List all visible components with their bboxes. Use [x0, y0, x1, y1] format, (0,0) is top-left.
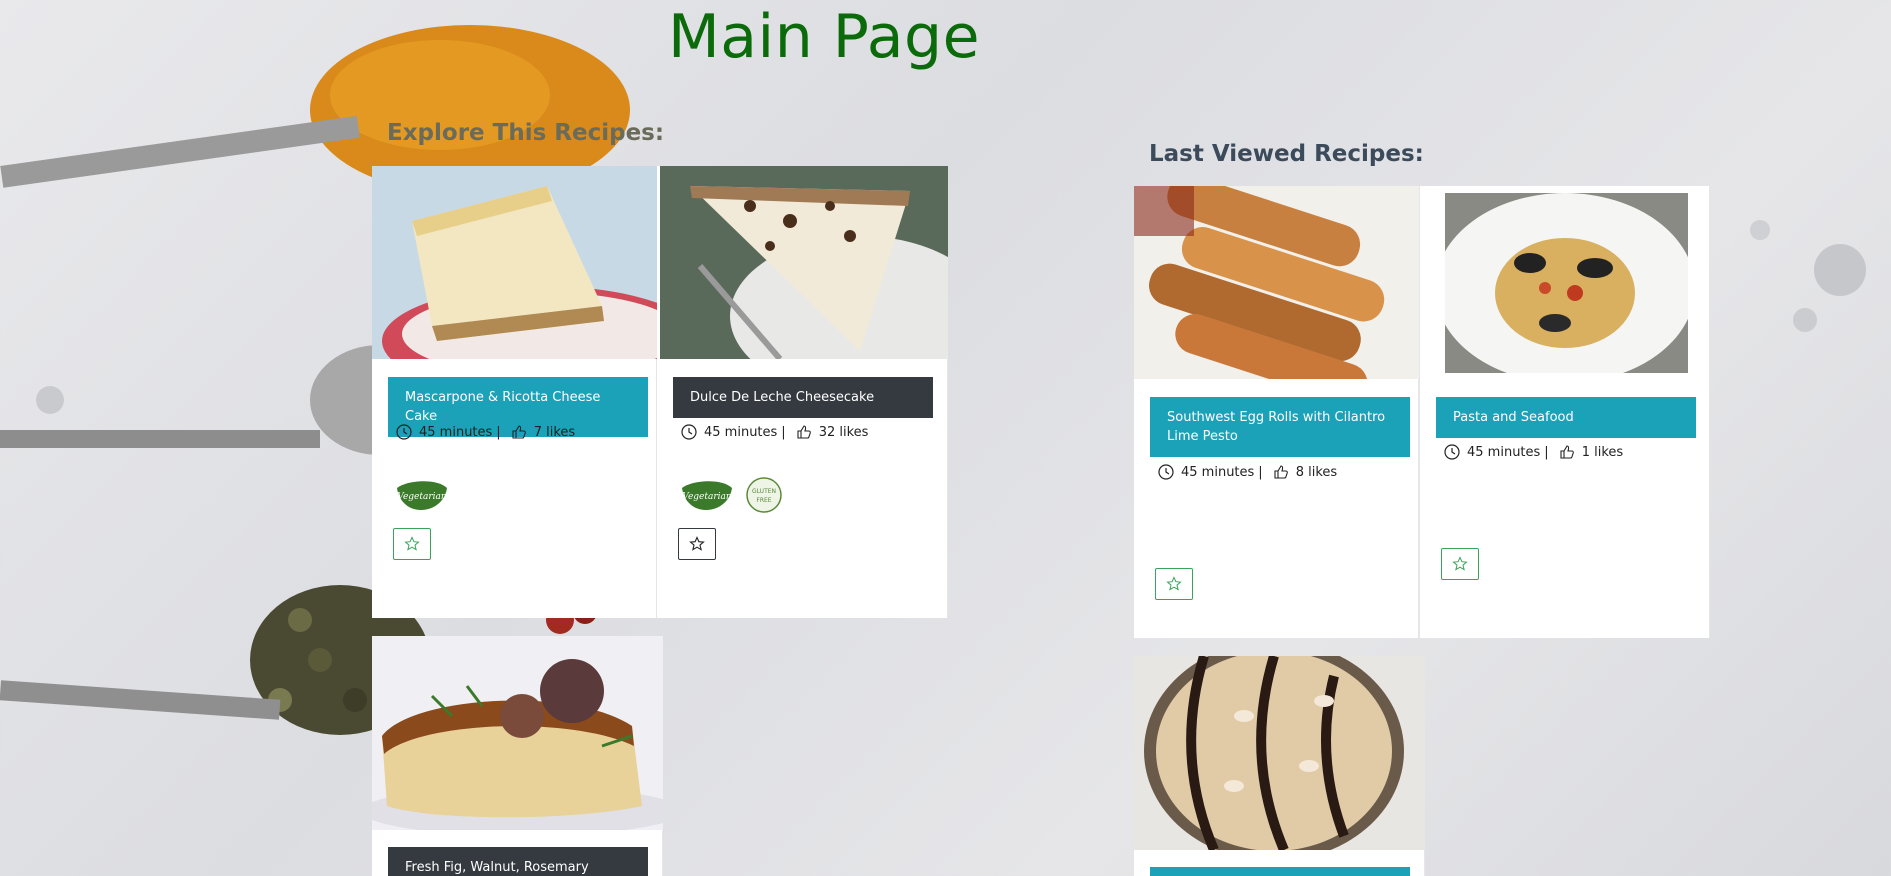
- recipe-time: 45 minutes: [1467, 444, 1541, 460]
- favorite-button[interactable]: [393, 528, 431, 560]
- clock-icon: [681, 424, 697, 440]
- vegetarian-badge-icon: Vegetarian: [682, 481, 732, 510]
- recipe-meta: 45 minutes | 7 likes: [396, 424, 575, 440]
- thumbs-up-icon: [797, 425, 811, 439]
- separator: |: [1258, 464, 1263, 480]
- recipe-image[interactable]: [372, 636, 663, 830]
- svg-text:Vegetarian: Vegetarian: [682, 492, 732, 502]
- recipe-image[interactable]: [372, 166, 657, 359]
- thumbs-up-icon: [1274, 465, 1288, 479]
- clock-icon: [1158, 464, 1174, 480]
- recipe-title-button[interactable]: Pasta and Seafood: [1436, 397, 1696, 438]
- recipe-image[interactable]: [1134, 186, 1419, 379]
- recipe-title-button[interactable]: Fresh Fig, Walnut, Rosemary Upside: [388, 847, 648, 876]
- recipe-likes: 8 likes: [1295, 464, 1338, 480]
- explore-recipes-heading: Explore This Recipes:: [387, 120, 665, 146]
- favorite-button[interactable]: [678, 528, 716, 560]
- recipe-card-egg-rolls: Southwest Egg Rolls with Cilantro Lime P…: [1134, 186, 1419, 638]
- star-icon: [1452, 556, 1468, 571]
- recipe-meta: 45 minutes | 1 likes: [1444, 444, 1623, 460]
- recipe-title-button[interactable]: Dulce De Leche Cheesecake: [673, 377, 933, 418]
- vegetarian-badge-icon: Vegetarian: [397, 481, 447, 510]
- separator: |: [496, 424, 501, 440]
- recipe-likes: 32 likes: [818, 424, 869, 440]
- last-viewed-recipes-heading: Last Viewed Recipes:: [1149, 141, 1424, 167]
- recipe-card-dessert: [1134, 656, 1425, 876]
- recipe-title-button[interactable]: [1150, 867, 1410, 876]
- star-icon: [1166, 576, 1182, 591]
- page-title: Main Page: [668, 2, 981, 72]
- recipe-likes: 7 likes: [533, 424, 576, 440]
- recipe-image[interactable]: [1445, 193, 1688, 373]
- recipe-image[interactable]: [1134, 656, 1425, 850]
- gluten-free-badge-icon: GLUTEN FREE: [746, 477, 782, 513]
- recipe-meta: 45 minutes | 32 likes: [681, 424, 868, 440]
- thumbs-up-icon: [512, 425, 526, 439]
- recipe-title-button[interactable]: Southwest Egg Rolls with Cilantro Lime P…: [1150, 397, 1410, 457]
- recipe-card-fresh-fig: Fresh Fig, Walnut, Rosemary Upside: [372, 636, 663, 876]
- svg-text:GLUTEN: GLUTEN: [752, 488, 776, 495]
- diet-badges: Vegetarian: [393, 476, 451, 514]
- recipe-image[interactable]: [660, 166, 948, 359]
- svg-text:Vegetarian: Vegetarian: [397, 492, 447, 502]
- separator: |: [1544, 444, 1549, 460]
- star-icon: [689, 536, 705, 551]
- recipe-time: 45 minutes: [419, 424, 493, 440]
- favorite-button[interactable]: [1441, 548, 1479, 580]
- clock-icon: [396, 424, 412, 440]
- recipe-meta: 45 minutes | 8 likes: [1158, 464, 1337, 480]
- diet-badges: Vegetarian GLUTEN FREE: [678, 476, 788, 514]
- svg-text:FREE: FREE: [756, 497, 771, 504]
- recipe-time: 45 minutes: [704, 424, 778, 440]
- clock-icon: [1444, 444, 1460, 460]
- star-icon: [404, 536, 420, 551]
- recipe-card-pasta-seafood: Pasta and Seafood 45 minutes | 1 likes: [1419, 186, 1710, 638]
- thumbs-up-icon: [1560, 445, 1574, 459]
- favorite-button[interactable]: [1155, 568, 1193, 600]
- recipe-card-mascarpone: Mascarpone & Ricotta Cheese Cake 45 minu…: [372, 166, 657, 618]
- recipe-card-dulce-de-leche: Dulce De Leche Cheesecake 45 minutes | 32…: [657, 166, 948, 618]
- recipe-likes: 1 likes: [1581, 444, 1624, 460]
- recipe-time: 45 minutes: [1181, 464, 1255, 480]
- separator: |: [781, 424, 786, 440]
